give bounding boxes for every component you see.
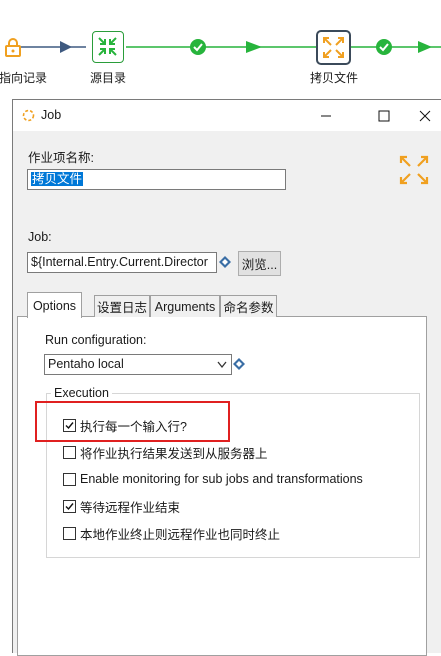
job-path-value: ${Internal.Entry.Current.Director (31, 255, 208, 269)
run-configuration-select[interactable]: Pentaho local (44, 354, 232, 375)
checkbox[interactable] (63, 472, 76, 486)
tab-named-parameters-label: 命名参数 (223, 301, 274, 315)
minimize-icon (321, 115, 331, 116)
option-label: 本地作业终止则远程作业也同时终止 (80, 527, 281, 542)
option-wait-for-remote[interactable]: 等待远程作业结束 (63, 498, 181, 515)
lock-icon[interactable] (4, 37, 22, 57)
close-button[interactable] (409, 100, 441, 131)
spoon-app-icon (22, 109, 35, 125)
success-check-icon (189, 38, 207, 59)
success-check-icon (375, 38, 393, 59)
copy-files-node[interactable] (316, 30, 351, 65)
dialog-titlebar[interactable]: Job (13, 100, 441, 131)
execution-group-label: Execution (51, 386, 112, 400)
source-directory-node[interactable] (92, 31, 124, 63)
collapse-arrows-icon (98, 37, 117, 56)
option-kill-remote-on-local-end[interactable]: 本地作业终止则远程作业也同时终止 (63, 525, 281, 542)
tab-named-parameters[interactable]: 命名参数 (220, 295, 277, 317)
checkbox[interactable] (63, 445, 76, 459)
workflow-canvas[interactable]: 指向记录 源目录 拷贝文件 (0, 0, 441, 100)
annotation-highlight-box (35, 401, 230, 442)
checkmark-icon (65, 502, 74, 510)
entry-name-input[interactable]: 拷贝文件 (27, 169, 286, 190)
minimize-button[interactable] (303, 100, 349, 131)
copy-files-entry-icon (396, 152, 432, 191)
option-label: Enable monitoring for sub jobs and trans… (80, 472, 363, 486)
tab-options-label: Options (32, 298, 77, 313)
tab-options[interactable]: Options (27, 292, 82, 318)
option-label: 将作业执行结果发送到从服务器上 (80, 446, 268, 461)
checkbox[interactable] (63, 526, 76, 540)
node-label-point-record: 指向记录 (0, 71, 48, 85)
tab-logging-label: 设置日志 (96, 301, 147, 315)
run-configuration-value: Pentaho local (48, 357, 124, 371)
browse-button[interactable]: 浏览... (238, 251, 281, 276)
option-enable-monitoring[interactable]: Enable monitoring for sub jobs and trans… (63, 471, 363, 487)
close-icon (419, 110, 431, 121)
entry-name-value: 拷贝文件 (31, 172, 84, 186)
variable-diamond-icon (219, 256, 231, 271)
maximize-icon (378, 110, 390, 121)
dialog-title: Job (41, 108, 62, 122)
variable-diamond-icon (233, 358, 245, 373)
node-label-source-directory: 源目录 (90, 71, 127, 85)
run-configuration-label: Run configuration: (45, 333, 147, 347)
job-path-input[interactable]: ${Internal.Entry.Current.Director (27, 252, 217, 273)
job-label: Job: (28, 230, 52, 244)
checkbox[interactable] (63, 499, 76, 513)
expand-arrows-icon (323, 37, 344, 58)
tab-logging[interactable]: 设置日志 (94, 295, 150, 317)
tab-arguments[interactable]: Arguments (150, 295, 220, 317)
option-send-to-slave-server[interactable]: 将作业执行结果发送到从服务器上 (63, 444, 268, 461)
browse-button-label: 浏览... (241, 258, 278, 272)
tab-arguments-label: Arguments (154, 299, 216, 314)
entry-name-label: 作业项名称: (28, 151, 94, 165)
chevron-down-icon (217, 361, 227, 369)
option-label: 等待远程作业结束 (80, 500, 181, 515)
node-label-copy-files: 拷贝文件 (310, 71, 359, 85)
maximize-button[interactable] (361, 100, 407, 131)
